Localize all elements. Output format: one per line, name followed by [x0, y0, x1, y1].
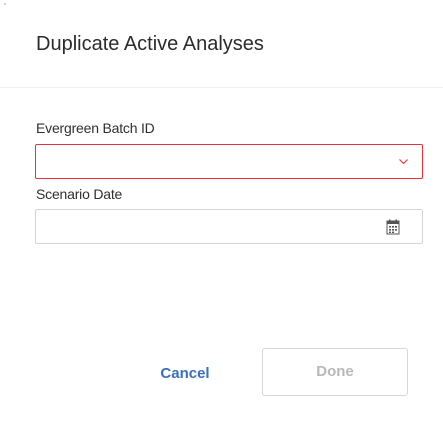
scenario-date-label: Scenario Date	[36, 186, 123, 202]
scenario-date-input[interactable]	[35, 209, 423, 244]
duplicate-analyses-dialog: Duplicate Active Analyses Evergreen Batc…	[0, 0, 443, 439]
calendar-icon[interactable]	[386, 219, 400, 235]
batch-id-select[interactable]	[35, 144, 423, 179]
cancel-button[interactable]: Cancel	[145, 356, 225, 391]
batch-id-label: Evergreen Batch ID	[36, 120, 155, 136]
chevron-down-icon[interactable]	[399, 157, 408, 166]
dialog-title: Duplicate Active Analyses	[36, 33, 264, 55]
done-button[interactable]: Done	[262, 348, 408, 396]
dialog-header: Duplicate Active Analyses	[0, 0, 443, 88]
